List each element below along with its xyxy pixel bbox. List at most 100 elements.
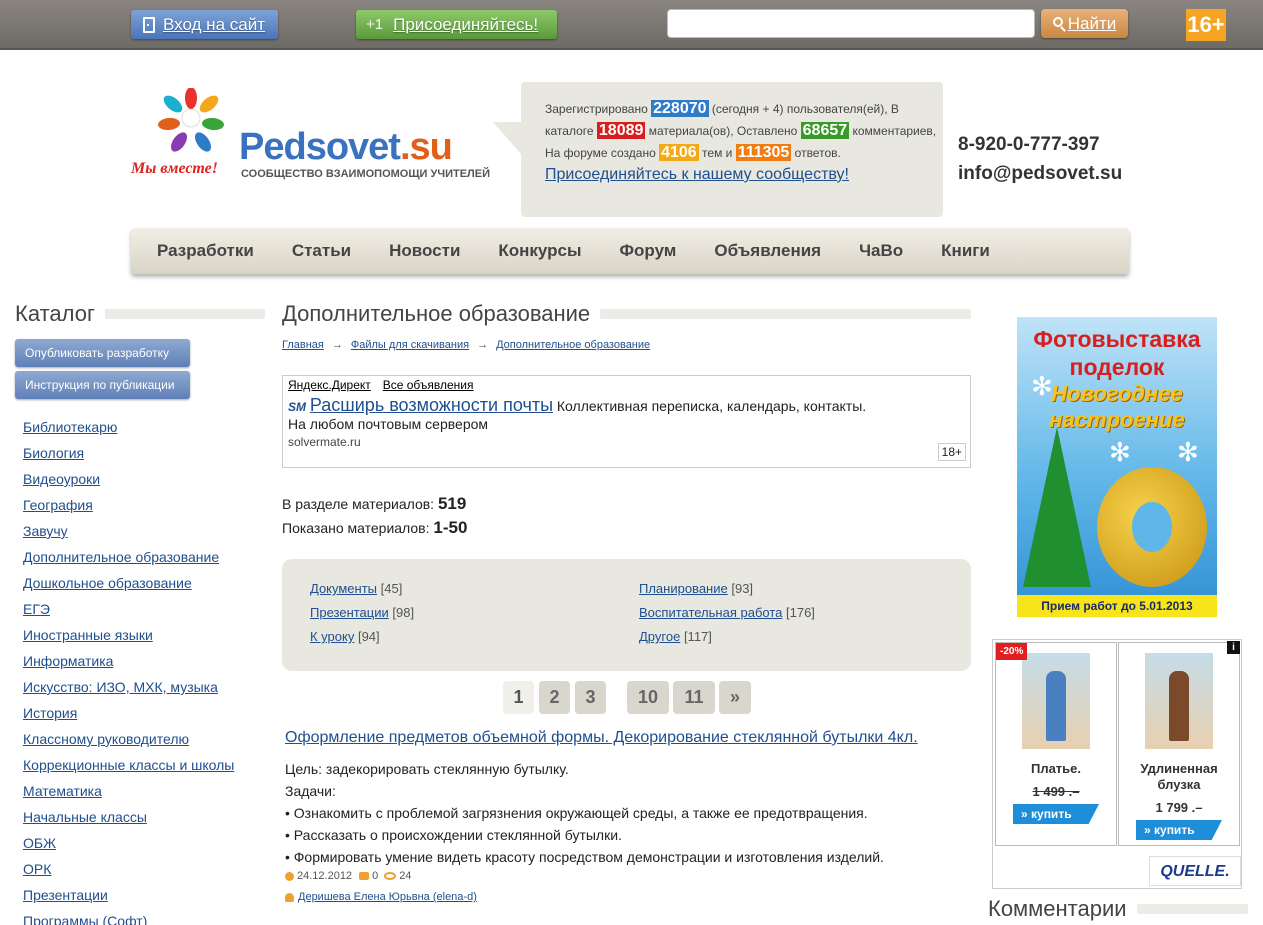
nav-item-obyavleniya[interactable]: Объявления xyxy=(714,241,821,261)
list-item: Биология xyxy=(23,442,234,468)
page-3-button[interactable]: 3 xyxy=(575,681,606,714)
category-link[interactable]: Дополнительное образование xyxy=(23,549,219,565)
category-link[interactable]: Биология xyxy=(23,445,84,461)
login-button[interactable]: Вход на сайт xyxy=(131,10,278,39)
nav-item-chavo[interactable]: ЧаВо xyxy=(859,241,903,261)
page-2-button[interactable]: 2 xyxy=(539,681,570,714)
list-item: ЕГЭ xyxy=(23,598,234,624)
sidebar-title-text: Каталог xyxy=(15,301,95,326)
list-item: Завучу xyxy=(23,520,234,546)
product-price: 1 799 .– xyxy=(1155,800,1203,815)
category-link[interactable]: Искусство: ИЗО, МХК, музыка xyxy=(23,679,218,695)
subcategory-count: [45] xyxy=(380,581,403,596)
exhibition-banner[interactable]: Фотовыставка поделок Новогоднее настроен… xyxy=(1017,317,1217,617)
category-link[interactable]: География xyxy=(23,497,93,513)
subcategory-link[interactable]: К уроку xyxy=(310,629,354,644)
list-item: ОРК xyxy=(23,858,234,884)
section-count-label: В разделе материалов: xyxy=(282,496,438,512)
category-link[interactable]: Завучу xyxy=(23,523,68,539)
title-divider xyxy=(1136,904,1248,914)
category-link[interactable]: Начальные классы xyxy=(23,809,147,825)
buy-button[interactable]: » купить xyxy=(1013,804,1099,824)
nav-item-forum[interactable]: Форум xyxy=(620,241,677,261)
sale-badge: -20% xyxy=(996,643,1028,660)
next-page-button[interactable]: » xyxy=(719,681,751,714)
subcategory-link[interactable]: Презентации xyxy=(310,605,389,620)
category-link[interactable]: Программы (Софт) xyxy=(23,913,147,925)
subcategory-count: [98] xyxy=(392,605,415,620)
shown-count-label: Показано материалов: xyxy=(282,520,434,536)
product-image xyxy=(1145,653,1213,749)
page-10-button[interactable]: 10 xyxy=(627,681,669,714)
product-name: Платье. xyxy=(1030,761,1082,776)
subcategory-link[interactable]: Воспитательная работа xyxy=(639,605,782,620)
category-link[interactable]: Видеоуроки xyxy=(23,471,100,487)
eye-icon xyxy=(384,872,397,880)
publish-button[interactable]: Опубликовать разработку xyxy=(15,339,190,367)
page-11-button[interactable]: 11 xyxy=(673,681,715,714)
author-link[interactable]: Деришева Елена Юрьвна (elena-d) xyxy=(298,891,477,903)
buy-button[interactable]: » купить xyxy=(1136,820,1222,840)
category-link[interactable]: Информатика xyxy=(23,653,113,669)
article-comments: 0 xyxy=(372,870,379,882)
sidebar-title: Каталог xyxy=(15,301,265,327)
users-count: 228070 xyxy=(651,100,709,117)
breadcrumb-home[interactable]: Главная xyxy=(282,339,324,351)
all-ads-link[interactable]: Все объявления xyxy=(383,378,474,392)
category-link[interactable]: ОБЖ xyxy=(23,835,56,851)
join-button[interactable]: +1 Присоединяйтесь! xyxy=(356,10,557,39)
breadcrumb-files[interactable]: Файлы для скачивания xyxy=(351,339,469,351)
quelle-logo[interactable]: QUELLE. xyxy=(1149,856,1241,886)
page-1-button[interactable]: 1 xyxy=(503,681,534,714)
join-community-link[interactable]: Присоединяйтесь к нашему сообществу! xyxy=(545,166,849,183)
nav-item-stati[interactable]: Статьи xyxy=(292,241,351,261)
yandex-direct-link[interactable]: Яндекс.Директ xyxy=(288,378,371,392)
breadcrumb-current[interactable]: Дополнительное образование xyxy=(496,339,650,351)
subcategory-link[interactable]: Планирование xyxy=(639,581,728,596)
article-line: • Рассказать о происхождении стеклянной … xyxy=(285,827,622,843)
list-item: Воспитательная работа [176] xyxy=(639,605,815,620)
subcategory-box: Документы [45] Презентации [98] К уроку … xyxy=(282,559,971,671)
search-input[interactable] xyxy=(667,9,1035,38)
category-link[interactable]: Коррекционные классы и школы xyxy=(23,757,234,773)
ad-link[interactable]: Расширь возможности почты xyxy=(310,395,553,415)
find-button[interactable]: Найти xyxy=(1041,9,1128,38)
yandex-ad: Яндекс.Директ Все объявления SM Расширь в… xyxy=(282,375,971,468)
subcategory-link[interactable]: Документы xyxy=(310,581,377,596)
brand-subtitle: СООБЩЕСТВО ВЗАИМОПОМОЩИ УЧИТЕЛЕЙ xyxy=(241,168,491,180)
article-title-link[interactable]: Оформление предметов объемной формы. Дек… xyxy=(285,729,918,747)
list-item: Видеоуроки xyxy=(23,468,234,494)
page-title: Дополнительное образование xyxy=(282,301,971,327)
stats-text: Зарегистрировано xyxy=(545,102,652,116)
subcategory-count: [93] xyxy=(731,581,754,596)
instruction-button[interactable]: Инструкция по публикации xyxy=(15,371,190,399)
category-link[interactable]: ЕГЭ xyxy=(23,601,50,617)
nav-item-konkursy[interactable]: Конкурсы xyxy=(498,241,581,261)
info-icon[interactable]: i xyxy=(1227,641,1240,654)
category-link[interactable]: Презентации xyxy=(23,887,108,903)
site-logo[interactable]: Мы вместе! Pedsovet.su СООБЩЕСТВО ВЗАИМО… xyxy=(131,86,491,186)
category-link[interactable]: Математика xyxy=(23,783,102,799)
list-item: Программы (Софт) xyxy=(23,910,234,925)
nav-item-razrabotki[interactable]: Разработки xyxy=(157,241,254,261)
subcategory-link[interactable]: Другое xyxy=(639,629,680,644)
ad-text: Коллективная переписка, календарь, конта… xyxy=(553,398,867,414)
category-link[interactable]: Иностранные языки xyxy=(23,627,153,643)
product-card[interactable]: Платье. 1 499 .– » купить -20% xyxy=(995,642,1117,846)
category-link[interactable]: Библиотекарю xyxy=(23,419,117,435)
list-item: К уроку [94] xyxy=(310,629,380,644)
comments-title-text: Комментарии xyxy=(988,896,1127,921)
age-rating-badge: 16+ xyxy=(1186,9,1226,41)
nav-item-knigi[interactable]: Книги xyxy=(941,241,990,261)
category-link[interactable]: История xyxy=(23,705,77,721)
arrow-right-icon: → xyxy=(331,339,343,351)
logo-slogan: Мы вместе! xyxy=(131,160,218,177)
product-card[interactable]: Удлиненная блузка 1 799 .– » купить xyxy=(1118,642,1240,846)
email-address: info@pedsovet.su xyxy=(958,163,1123,184)
category-link[interactable]: Дошкольное образование xyxy=(23,575,192,591)
phone-number: 8-920-0-777-397 xyxy=(958,134,1100,155)
nav-item-novosti[interactable]: Новости xyxy=(389,241,460,261)
category-link[interactable]: ОРК xyxy=(23,861,51,877)
arrow-right-icon: → xyxy=(477,339,489,351)
category-link[interactable]: Классному руководителю xyxy=(23,731,189,747)
